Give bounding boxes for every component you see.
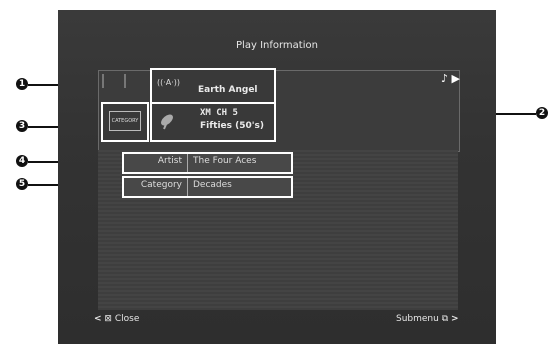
play-information-screen: Play Information ((·A·)) Earth Angel ♪ ▶… <box>58 10 496 344</box>
callout-5: 5 <box>16 178 28 190</box>
submenu-button[interactable]: Submenu ⧉ > <box>396 314 459 324</box>
submenu-key-icon: ⧉ <box>441 314 449 324</box>
category-icon-box: CATEGORY <box>101 102 149 142</box>
screen-title: Play Information <box>236 40 318 51</box>
callout-4: 4 <box>16 155 28 167</box>
satellite-dish-icon <box>161 114 173 130</box>
channel-name: Fifties (50's) <box>200 121 264 131</box>
music-note-play-icon: ♪ ▶ <box>441 72 460 85</box>
callout-2: 2 <box>536 107 548 119</box>
category-icon: CATEGORY <box>109 111 141 131</box>
category-value: Decades <box>193 180 232 190</box>
category-label: Category <box>140 180 182 190</box>
close-label: Close <box>114 314 140 324</box>
detail-area <box>98 150 458 310</box>
row-divider <box>187 178 188 196</box>
broadcast-antenna-icon: ((·A·)) <box>157 78 181 87</box>
callout-3: 3 <box>16 120 28 132</box>
close-key-icon: ⊠ <box>104 314 112 324</box>
callout-1: 1 <box>16 78 28 90</box>
close-button[interactable]: < ⊠ Close <box>94 314 139 324</box>
row-divider <box>187 154 188 172</box>
chevron-left-icon: < <box>94 314 102 324</box>
submenu-label: Submenu <box>396 314 439 324</box>
artist-row: Artist The Four Aces <box>122 152 293 174</box>
category-row: Category Decades <box>122 176 293 198</box>
artist-label: Artist <box>157 156 182 166</box>
song-title: Earth Angel <box>198 85 258 95</box>
chevron-right-icon: > <box>451 314 459 324</box>
artist-value: The Four Aces <box>193 156 257 166</box>
channel-number: XM CH 5 <box>200 108 238 118</box>
signal-bars-icon <box>102 74 126 88</box>
